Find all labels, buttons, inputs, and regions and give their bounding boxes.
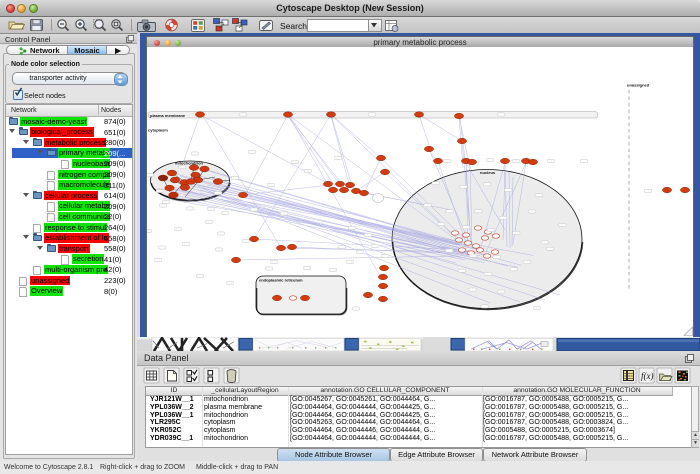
svg-text:unassigned: unassigned (627, 83, 650, 88)
svg-text:plasma membrane: plasma membrane (150, 113, 186, 118)
svg-text:endoplasmic reticulum: endoplasmic reticulum (259, 278, 303, 283)
svg-text:cytoplasm: cytoplasm (148, 128, 168, 133)
svg-text:f(x): f(x) (641, 371, 654, 381)
svg-text:mitochondrion: mitochondrion (175, 161, 204, 166)
svg-text:nucleus: nucleus (480, 170, 496, 175)
